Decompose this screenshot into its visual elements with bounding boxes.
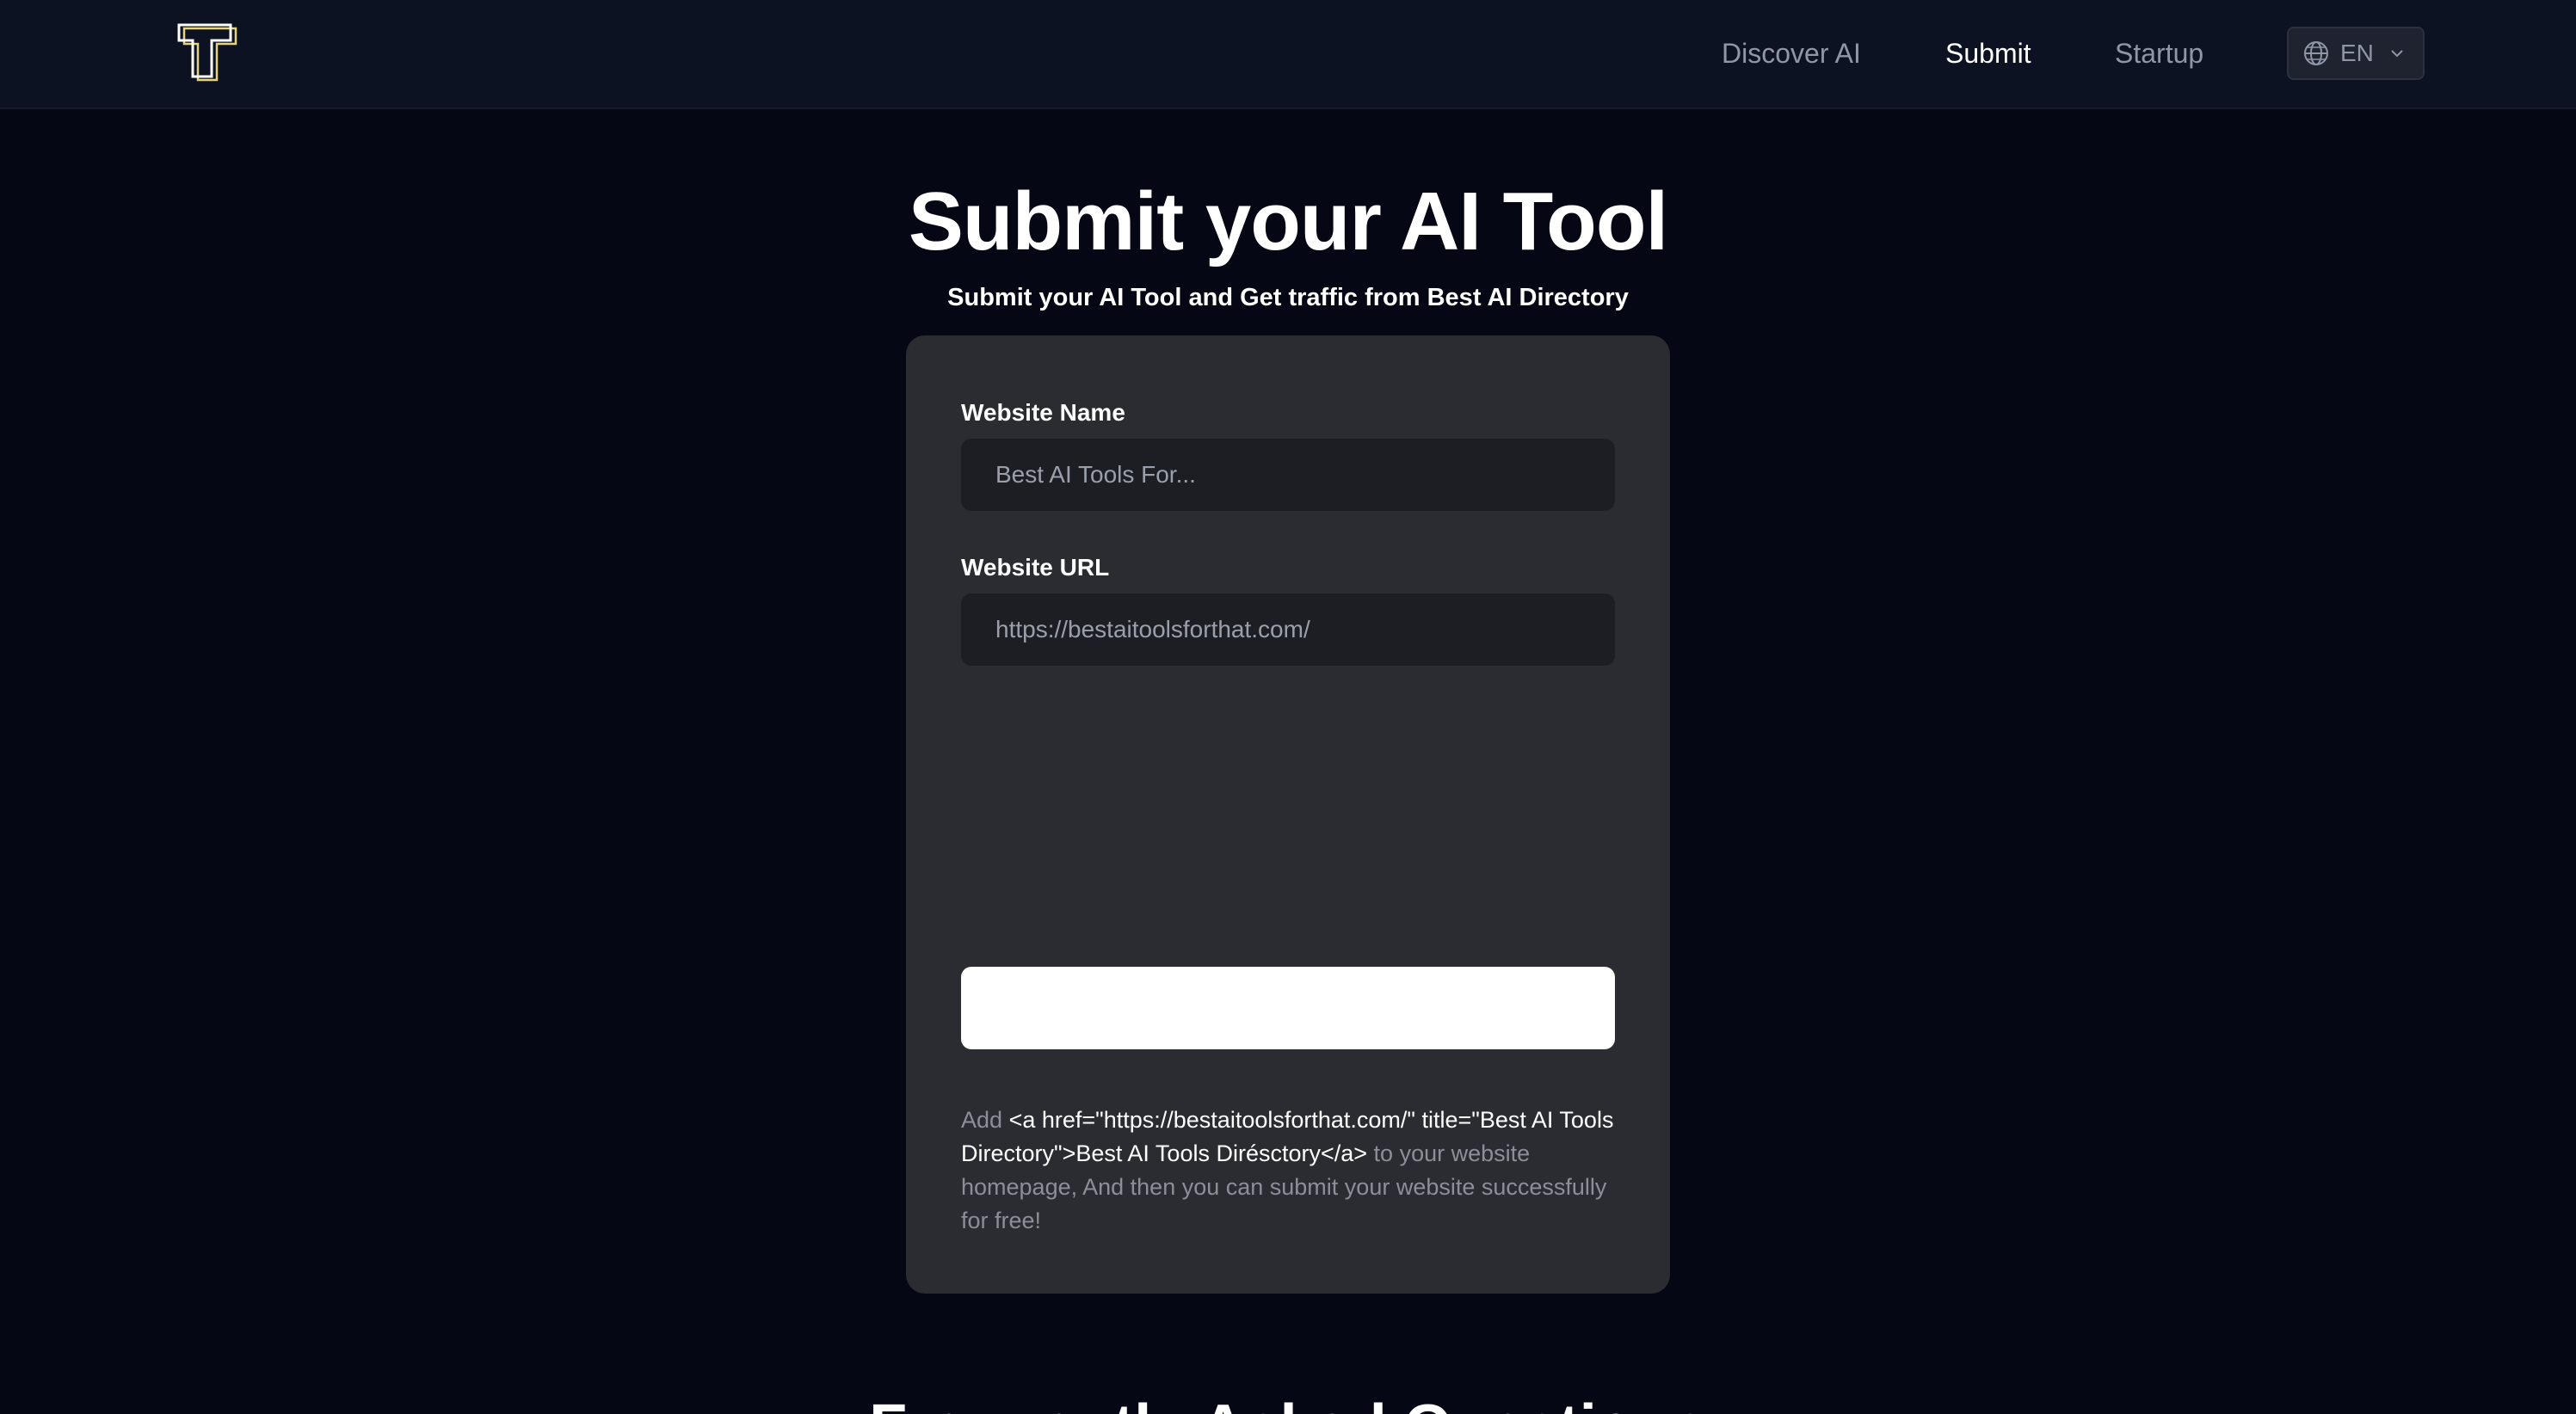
chevron-down-icon [2391, 50, 2403, 58]
faq-heading: Frequently Asked Questions [0, 1388, 2576, 1414]
nav-startup[interactable]: Startup [2115, 34, 2203, 72]
language-label: EN [2340, 40, 2374, 66]
nav-discover-ai[interactable]: Discover AI [1722, 34, 1861, 72]
website-url-label: Website URL [961, 554, 1110, 581]
submit-button[interactable] [961, 967, 1615, 1049]
website-name-input[interactable] [961, 439, 1615, 511]
top-navbar: Discover AI Submit Startup EN [0, 0, 2576, 109]
website-name-label: Website Name [961, 399, 1125, 426]
submit-tool-form: Website Name Website URL Add <a href="ht… [906, 335, 1670, 1294]
note-prefix: Add [961, 1107, 1003, 1133]
submit-page: Discover AI Submit Startup EN Submit you… [0, 0, 2576, 1414]
nav-submit[interactable]: Submit [1945, 34, 2031, 72]
globe-icon [2304, 41, 2328, 65]
backlink-instructions: Add <a href="https://bestaitoolsforthat.… [961, 1104, 1615, 1238]
page-subtitle: Submit your AI Tool and Get traffic from… [947, 284, 1629, 311]
website-url-input[interactable] [961, 593, 1615, 666]
language-selector[interactable]: EN [2287, 27, 2425, 80]
t-letter-logo-icon[interactable] [176, 23, 241, 83]
page-title: Submit your AI Tool [908, 175, 1668, 267]
